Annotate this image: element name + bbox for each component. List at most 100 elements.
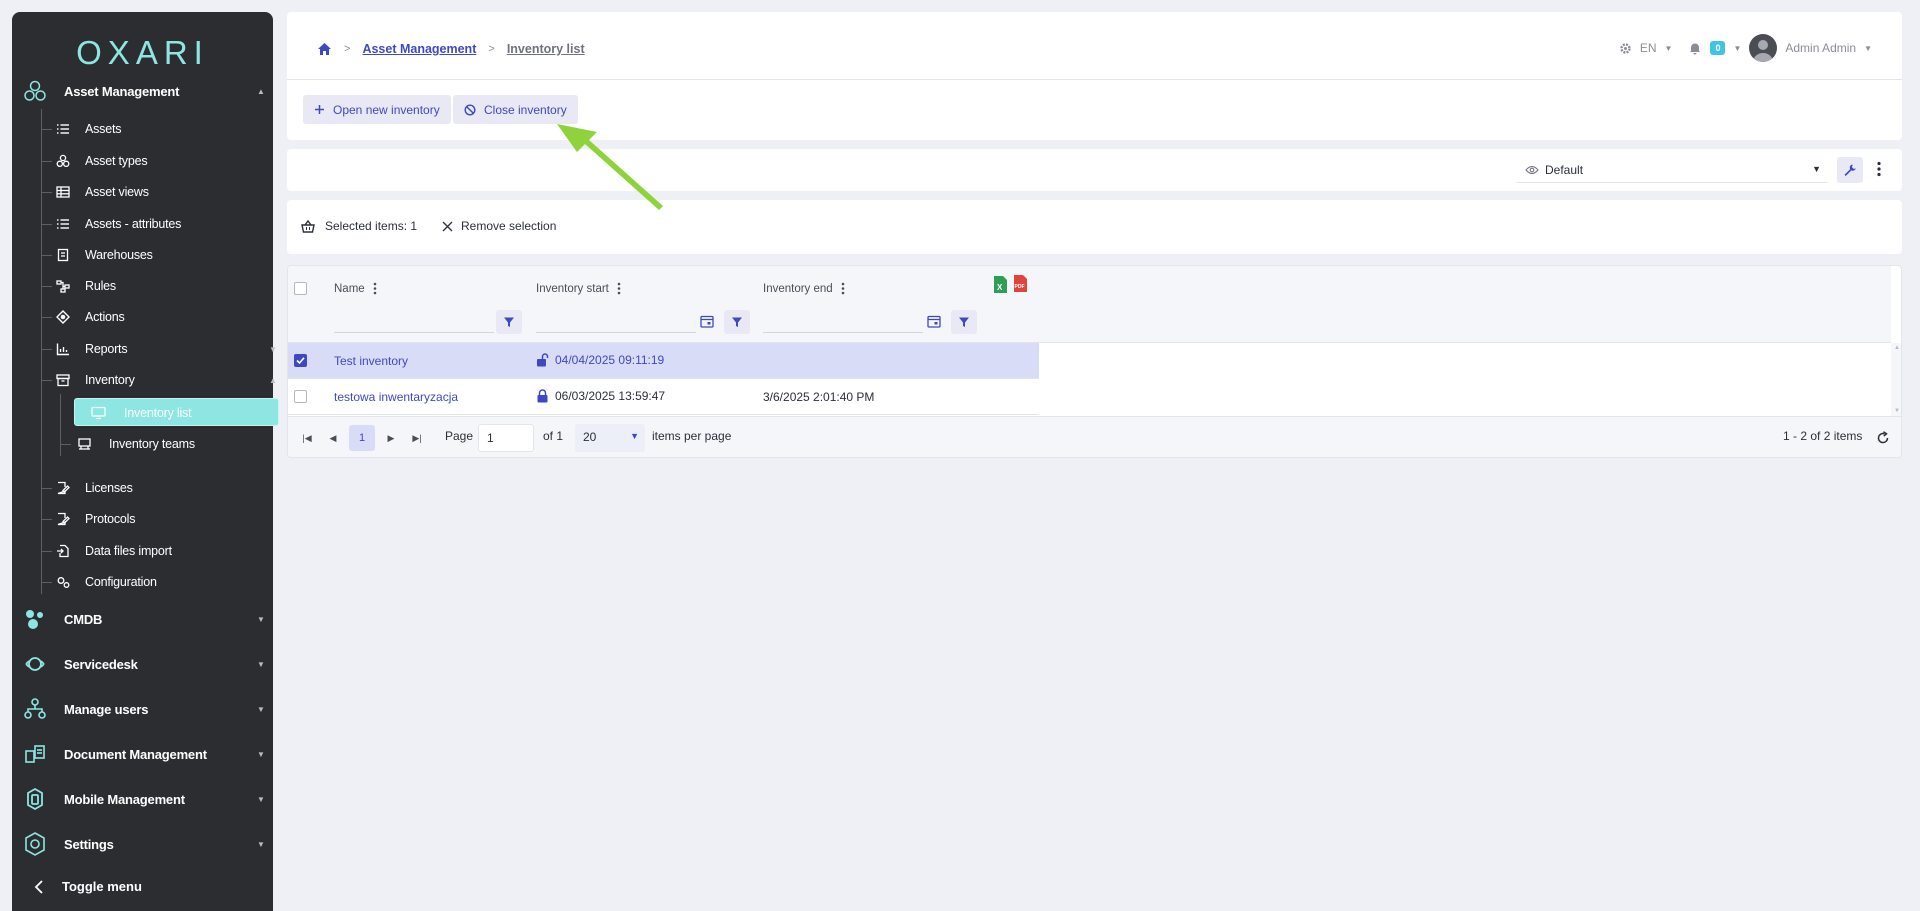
calendar-icon[interactable] [700,314,714,328]
sidebar-subitem-label: Inventory teams [109,437,195,451]
chevron-down-icon[interactable]: ▼ [1733,44,1741,53]
first-page-button[interactable]: |◀ [294,425,320,451]
section-cmdb[interactable]: CMDB ▼ [12,601,273,637]
sidebar-subitem-inventory-teams[interactable]: Inventory teams [61,430,273,458]
section-servicedesk[interactable]: Servicedesk ▼ [12,646,273,682]
sidebar-item-warehouses[interactable]: Warehouses [42,241,272,269]
sidebar-item-protocols[interactable]: Protocols [42,505,272,533]
column-header-name[interactable]: Name [334,282,377,295]
page-input[interactable]: 1 [478,424,534,452]
section-settings[interactable]: Settings ▼ [12,826,273,862]
sidebar-item-configuration[interactable]: Configuration [42,568,272,596]
sidebar-item-actions[interactable]: Actions [42,303,272,331]
selection-bar: Selected items: 1 Remove selection [287,200,1902,254]
sidebar-item-asset-types[interactable]: Asset types [42,147,272,175]
calendar-icon[interactable] [927,314,941,328]
breadcrumb: > Asset Management > Inventory list [317,42,585,56]
sidebar-item-assets-attributes[interactable]: Assets - attributes [42,210,272,238]
column-header-inventory-start[interactable]: Inventory start [536,282,621,295]
scroll-down-icon[interactable]: ▼ [1894,408,1900,414]
per-page-value: 20 [583,430,597,444]
settings-icon [25,832,45,856]
breadcrumb-asset-management[interactable]: Asset Management [362,42,476,56]
remove-selection-button[interactable]: Remove selection [442,219,556,233]
user-name[interactable]: Admin Admin [1785,41,1856,55]
pdf-export-icon[interactable]: PDF [1013,274,1028,293]
section-mobile-management[interactable]: Mobile Management ▼ [12,781,273,817]
unlock-icon [537,353,549,367]
section-label: Mobile Management [64,791,185,807]
section-document-management[interactable]: Document Management ▼ [12,736,273,772]
column-header-inventory-end[interactable]: Inventory end [763,282,845,295]
chevron-down-icon: ▼ [257,839,265,849]
basket-icon [301,219,315,233]
sidebar-item-label: Rules [85,279,116,293]
end-filter-input[interactable] [763,311,923,333]
monitor-icon [91,406,106,420]
per-page-select[interactable]: 20 ▼ [575,424,645,452]
items-per-page-label: items per page [652,429,732,443]
last-page-button[interactable]: ▶| [404,425,430,451]
vertical-scrollbar[interactable]: ▲ ▼ [1891,343,1901,416]
oxari-logo: OXARI [76,34,209,71]
refresh-icon[interactable] [1876,431,1890,445]
column-menu-icon[interactable] [373,282,377,295]
home-icon[interactable] [317,42,332,56]
gear-icon[interactable] [1619,42,1632,55]
row-start: 06/03/2025 13:59:47 [536,389,665,403]
row-name-link[interactable]: testowa inwentaryzacja [334,390,458,404]
page-1-button[interactable]: 1 [349,425,375,451]
sidebar-item-data-files-import[interactable]: Data files import [42,537,272,565]
sidebar-item-label: Assets - attributes [85,217,182,231]
sidebar-item-inventory[interactable]: Inventory ▲ [42,366,277,394]
plus-icon [315,105,324,114]
column-menu-icon[interactable] [841,282,845,295]
scroll-up-icon[interactable]: ▲ [1894,345,1900,351]
sidebar-subitem-inventory-list[interactable]: Inventory list [74,398,279,426]
sidebar-item-asset-views[interactable]: Asset views [42,178,272,206]
end-filter-button[interactable] [951,310,977,334]
chevron-down-icon[interactable]: ▼ [1665,44,1673,53]
view-select[interactable]: Default ▼ [1517,157,1827,183]
name-filter-input[interactable] [334,311,494,333]
open-new-inventory-button[interactable]: Open new inventory [303,95,451,124]
row-name-link[interactable]: Test inventory [334,354,408,368]
table-icon [56,186,70,198]
name-filter-button[interactable] [496,310,522,334]
section-manage-users[interactable]: Manage users ▼ [12,691,273,727]
remove-selection-label: Remove selection [461,219,557,233]
next-page-button[interactable]: ▶ [378,425,404,451]
chevron-down-icon[interactable]: ▼ [1864,44,1872,53]
kebab-menu-icon[interactable] [1877,161,1881,177]
sidebar-item-reports[interactable]: Reports ▼ [42,335,277,363]
table-row[interactable]: testowa inwentaryzacja 06/03/2025 13:59:… [288,379,1039,415]
column-menu-icon[interactable] [617,282,621,295]
start-filter-input[interactable] [536,311,696,333]
start-filter-button[interactable] [724,310,750,334]
language-selector[interactable]: EN [1640,41,1657,55]
section-asset-management[interactable]: Asset Management ▲ [12,73,273,109]
excel-export-icon[interactable]: X [993,275,1008,294]
close-icon [442,221,453,231]
breadcrumb-inventory-list[interactable]: Inventory list [507,42,585,56]
row-start-value: 06/03/2025 13:59:47 [555,389,666,403]
mobile-management-icon [27,787,43,811]
sidebar-item-rules[interactable]: Rules [42,272,272,300]
bell-icon[interactable] [1688,41,1702,55]
table-row[interactable]: Test inventory 04/04/2025 09:11:19 [288,343,1039,379]
chevron-right-icon: > [488,43,495,55]
row-checkbox[interactable] [294,354,307,367]
select-all-checkbox[interactable] [294,282,307,295]
chevron-down-icon: ▼ [257,659,265,669]
sidebar-item-assets[interactable]: Assets [42,115,272,143]
toggle-menu-button[interactable]: Toggle menu [34,879,142,894]
caret-down-icon: ▼ [630,431,639,441]
sidebar-item-label: Data files import [85,544,172,558]
row-checkbox[interactable] [294,390,307,403]
previous-page-button[interactable]: ◀ [320,425,346,451]
wrench-button[interactable] [1837,157,1863,183]
wrench-icon [1844,164,1856,176]
avatar[interactable] [1749,34,1778,62]
notification-badge[interactable]: 0 [1710,41,1726,55]
sidebar-item-licenses[interactable]: Licenses [42,474,272,502]
